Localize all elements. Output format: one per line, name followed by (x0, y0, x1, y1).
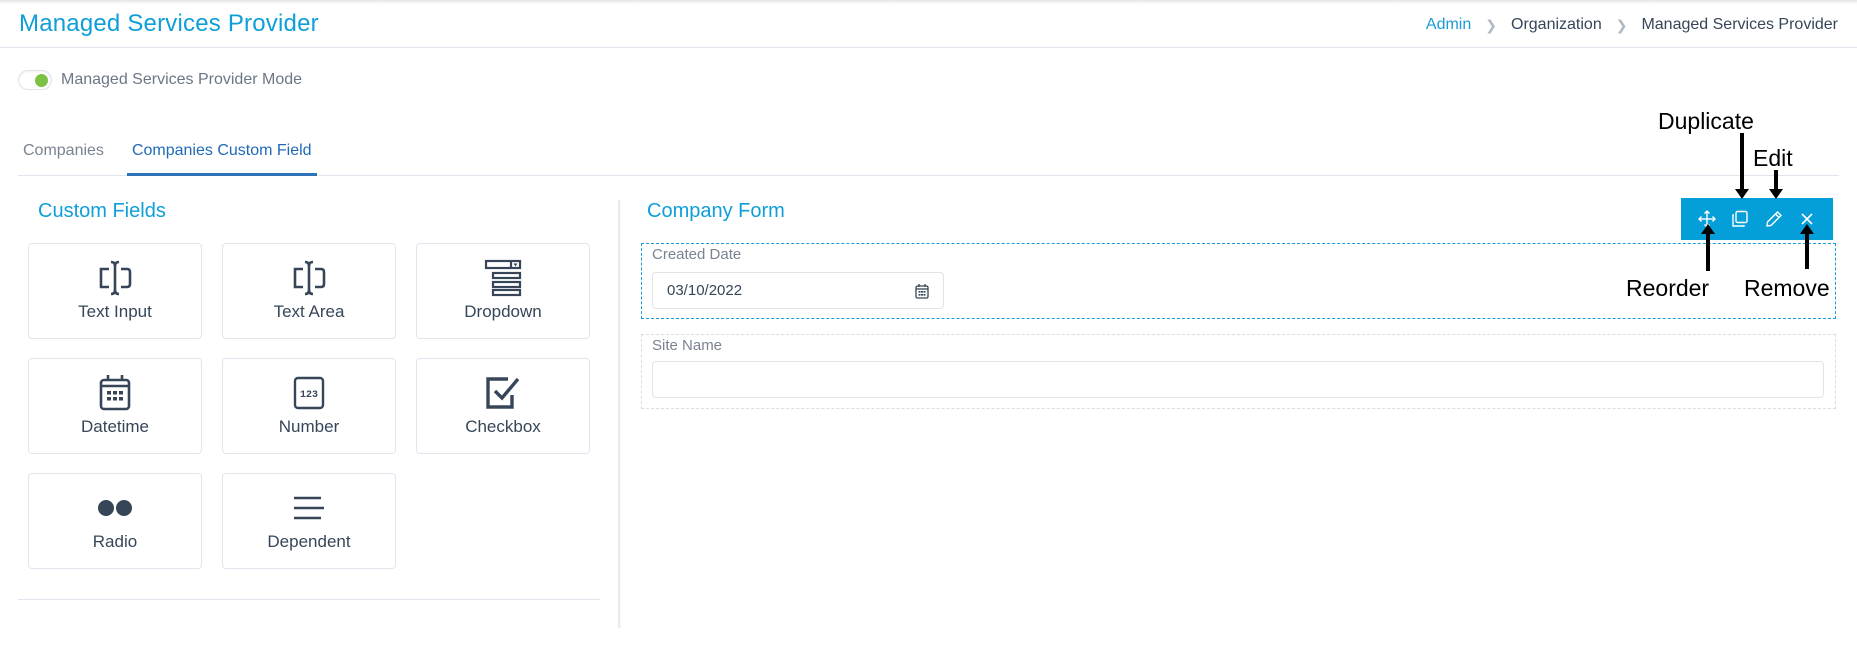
svg-text:123: 123 (300, 390, 318, 401)
annotation-duplicate: Duplicate (1658, 108, 1754, 134)
breadcrumb-admin[interactable]: Admin (1426, 16, 1471, 34)
edit-button[interactable] (1762, 207, 1786, 231)
calendar-icon (98, 374, 132, 412)
page-header: Managed Services Provider Admin ❯ Organi… (0, 0, 1857, 48)
panel-divider (618, 200, 621, 628)
company-form-title: Company Form (647, 200, 785, 222)
chevron-right-icon: ❯ (1615, 16, 1628, 33)
annotation-reorder: Reorder (1626, 275, 1710, 301)
field-card-text-area[interactable]: Text Area (222, 243, 396, 339)
field-card-label: Dependent (267, 532, 351, 551)
dropdown-list-icon (484, 259, 522, 297)
arrow-duplicate-icon (1735, 133, 1749, 199)
tab-bar: Companies Companies Custom Field (18, 138, 1839, 176)
breadcrumb: Admin ❯ Organization ❯ Managed Services … (1426, 16, 1838, 34)
field-card-radio[interactable]: Radio (28, 473, 202, 569)
field-card-label: Dropdown (464, 302, 542, 321)
annotation-edit: Edit (1753, 145, 1793, 171)
calendar-icon[interactable] (915, 283, 929, 303)
msp-mode-label: Managed Services Provider Mode (61, 71, 303, 88)
field-card-label: Datetime (80, 417, 150, 436)
toggle-knob (35, 74, 48, 87)
field-card-number[interactable]: 123 Number (222, 358, 396, 454)
custom-fields-grid: Text Input Text Area Dropdown Datetime 1… (28, 243, 590, 569)
field-card-dropdown[interactable]: Dropdown (416, 243, 590, 339)
form-field-site-name[interactable]: Site Name (641, 334, 1836, 409)
breadcrumb-organization[interactable]: Organization (1511, 16, 1602, 34)
field-card-label: Text Area (273, 302, 345, 321)
company-form-panel: Company Form Created Date 03/10/2022 Sit… (640, 200, 1839, 620)
msp-mode-toggle[interactable] (18, 70, 52, 90)
arrow-remove-icon (1800, 224, 1814, 269)
tab-companies-custom-field[interactable]: Companies Custom Field (126, 138, 317, 176)
field-card-label: Checkbox (465, 417, 541, 436)
duplicate-button[interactable] (1728, 207, 1752, 231)
site-name-input[interactable] (652, 361, 1824, 398)
created-date-label: Created Date (652, 246, 742, 263)
tab-companies[interactable]: Companies (18, 138, 109, 176)
annotation-remove: Remove (1744, 275, 1830, 301)
chevron-right-icon: ❯ (1485, 16, 1497, 33)
field-card-text-input[interactable]: Text Input (28, 243, 202, 339)
field-card-label: Radio (92, 532, 138, 551)
number-123-icon: 123 (292, 374, 326, 412)
created-date-value: 03/10/2022 (667, 282, 743, 299)
field-card-label: Text Input (78, 302, 152, 321)
copy-icon (1732, 210, 1748, 227)
msp-mode-row: Managed Services Provider Mode (18, 70, 302, 90)
arrow-edit-icon (1769, 170, 1783, 199)
breadcrumb-current: Managed Services Provider (1641, 16, 1838, 33)
field-card-dependent[interactable]: Dependent (222, 473, 396, 569)
custom-fields-title: Custom Fields (38, 200, 166, 222)
site-name-label: Site Name (652, 337, 723, 354)
arrow-reorder-icon (1701, 224, 1715, 271)
radio-dots-icon (96, 489, 134, 527)
text-cursor-icon (289, 259, 329, 297)
field-card-datetime[interactable]: Datetime (28, 358, 202, 454)
created-date-input[interactable]: 03/10/2022 (652, 272, 944, 309)
lines-icon (291, 489, 327, 527)
pencil-icon (1765, 211, 1782, 227)
field-card-label: Number (278, 417, 340, 436)
custom-fields-panel: Custom Fields Text Input Text Area Dropd… (18, 200, 600, 600)
checkbox-icon (484, 374, 522, 412)
page-title: Managed Services Provider (19, 10, 319, 37)
text-cursor-icon (95, 259, 135, 297)
field-card-checkbox[interactable]: Checkbox (416, 358, 590, 454)
